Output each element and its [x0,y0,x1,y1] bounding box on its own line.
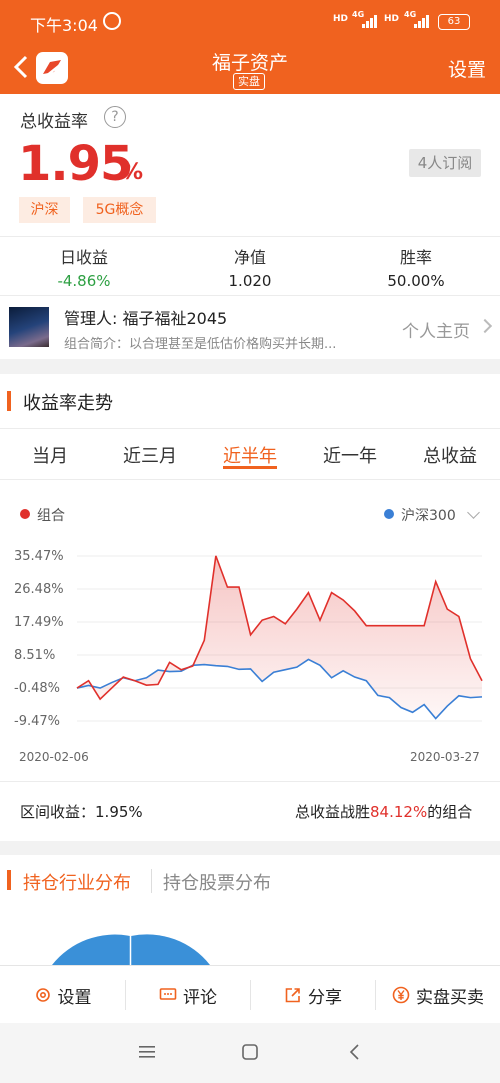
manager-row[interactable]: 管理人: 福子福祉2045 组合简介：以合理甚至是低估价格购买并长期... 个人… [0,295,500,359]
stat-value: 50.00% [387,272,445,290]
hd-icon: HD [333,14,349,24]
beat-suffix: 的组合 [427,803,473,821]
interval-return: 区间收益：1.95% [20,801,143,822]
beat-ratio: 总收益战胜84.12%的组合 [295,801,472,822]
distribution-card: 持仓行业分布 持仓股票分布 [0,855,500,965]
stat-value: 1.020 [228,272,272,290]
back-icon[interactable] [348,1044,360,1060]
beat-value: 84.12% [370,803,428,821]
system-nav-bar [0,1023,500,1083]
real-trade-label: 实盘买卖 [416,987,484,1008]
stat-label: 胜率 [399,248,432,267]
comment-button[interactable]: 评论 [126,966,250,1024]
share-button[interactable]: 分享 [251,966,375,1024]
share-icon [285,988,300,1003]
subscribers-badge[interactable]: 4人订阅 [409,149,481,177]
bottom-action-bar: 设置 评论 分享 实盘买卖 [0,965,500,1023]
status-time: 下午3:04 [30,16,98,35]
total-return-value: 1.95 [18,136,133,192]
manager-name: 管理人: 福子福祉2045 [64,309,228,328]
comment-label: 评论 [183,987,217,1008]
return-trend-chart[interactable] [0,374,500,794]
battery-icon: 63 [438,14,470,30]
total-return-percent-sign: % [121,160,144,185]
stat-nav: 净值 1.020 [170,244,330,290]
manager-avatar [9,307,49,347]
settings-action-button[interactable]: 设置 [0,966,125,1024]
section-accent-bar [7,870,11,890]
interval-return-label: 区间收益： [20,803,96,821]
settings-button[interactable]: 设置 [448,55,486,82]
stat-value: -4.86% [57,272,111,290]
real-trade-tag: 实盘 [233,73,265,90]
personal-homepage-link[interactable]: 个人主页 [402,317,470,342]
stat-label: 日收益 [59,248,108,267]
stat-label: 净值 [233,248,266,267]
settings-action-label: 设置 [57,987,92,1008]
hd-icon-2: HD [384,14,400,24]
nav-bar: 福子资产 实盘 设置 [0,44,500,94]
share-label: 分享 [308,987,342,1008]
chevron-right-icon [477,318,493,334]
divider [0,236,500,237]
trend-card: 收益率走势 当月 近三月 近半年 近一年 总收益 组合 沪深300 35.47%… [0,374,500,841]
real-trade-button[interactable]: 实盘买卖 [376,966,500,1024]
portfolio-area [77,555,482,719]
stat-win-rate: 胜率 50.00% [336,244,496,290]
industry-pie-chart [52,934,210,965]
summary-card: 总收益率 ? 1.95 % 4人订阅 沪深 5G概念 日收益 -4.86% 净值… [0,94,500,359]
beat-prefix: 总收益战胜 [295,803,371,821]
total-return-label: 总收益率 [20,112,88,132]
manager-intro: 组合简介：以合理甚至是低估价格购买并长期... [64,337,337,352]
x-tick-label: 2020-03-27 [410,750,480,764]
divider [0,781,500,782]
yen-coin-icon [392,986,410,1004]
home-icon[interactable] [242,1044,258,1060]
comment-icon [159,988,177,1000]
signal-icon [362,15,377,28]
tab-stock-distribution[interactable]: 持仓股票分布 [163,869,271,895]
tab-separator [151,869,152,893]
tab-industry-distribution[interactable]: 持仓行业分布 [23,869,131,895]
alarm-icon [103,12,121,30]
gear-icon [35,988,50,1002]
stat-daily-return: 日收益 -4.86% [4,244,164,290]
menu-icon[interactable] [139,1045,155,1059]
tag-chip-5g: 5G概念 [83,197,156,223]
status-bar: 下午3:04 HD 4G HD 4G 63 [0,0,500,44]
x-tick-label: 2020-02-06 [19,750,89,764]
tag-chip-hushen: 沪深 [19,197,70,223]
interval-return-value: 1.95% [95,803,143,821]
signal-icon-2 [414,15,429,28]
help-icon[interactable]: ? [104,106,126,128]
page-title: 福子资产 [211,52,288,74]
